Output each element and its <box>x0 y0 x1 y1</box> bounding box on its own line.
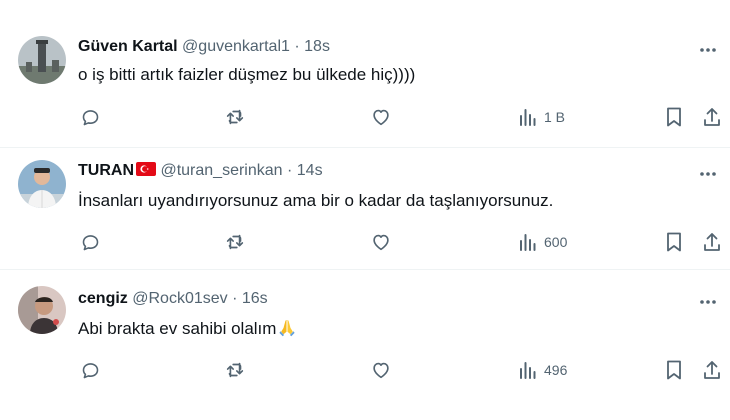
retweet-icon <box>224 106 246 128</box>
reply-icon <box>80 232 101 253</box>
views-count: 1 B <box>544 109 566 125</box>
folded-hands-emoji <box>277 317 297 337</box>
timestamp[interactable]: 16s <box>242 290 268 307</box>
heart-icon <box>370 106 392 128</box>
display-name[interactable]: cengiz <box>78 290 128 307</box>
retweet-button[interactable] <box>224 359 246 381</box>
tweet-feed: Güven Kartal @guvenkartal1 · 18s o iş bi… <box>0 0 730 420</box>
bookmark-icon <box>664 106 684 128</box>
bookmark-icon <box>664 359 684 381</box>
share-icon <box>702 359 722 381</box>
avatar[interactable] <box>18 160 66 208</box>
heart-icon <box>370 231 392 253</box>
reply-button[interactable] <box>80 359 101 381</box>
share-icon <box>702 106 722 128</box>
handle[interactable]: @turan_serinkan <box>160 162 282 179</box>
share-button[interactable] <box>702 359 722 381</box>
like-button[interactable] <box>370 106 392 128</box>
heart-icon <box>370 359 392 381</box>
separator: · <box>294 38 300 55</box>
views-button[interactable]: 496 <box>518 359 567 381</box>
tweet-text: Abi brakta ev sahibi olalım <box>78 319 277 338</box>
views-chart-icon <box>518 360 538 380</box>
retweet-icon <box>224 231 246 253</box>
bookmark-icon <box>664 231 684 253</box>
tweet-header: Güven Kartal @guvenkartal1 · 18s <box>78 37 330 57</box>
tweet-header: TURAN @turan_serinkan · 14s <box>78 161 323 181</box>
share-button[interactable] <box>702 106 722 128</box>
share-button[interactable] <box>702 231 722 253</box>
display-name[interactable]: TURAN <box>78 162 134 179</box>
more-options-icon[interactable] <box>698 40 718 60</box>
tweet-actions: 1 B <box>0 106 730 130</box>
more-options-icon[interactable] <box>698 292 718 312</box>
avatar[interactable] <box>18 286 66 334</box>
like-button[interactable] <box>370 359 392 381</box>
timestamp[interactable]: 18s <box>304 38 330 55</box>
tweet[interactable]: cengiz @Rock01sev · 16s Abi brakta ev sa… <box>0 270 730 420</box>
reply-button[interactable] <box>80 106 101 128</box>
views-chart-icon <box>518 107 538 127</box>
tweet[interactable]: TURAN @turan_serinkan · 14s İnsanları uy… <box>0 148 730 270</box>
views-chart-icon <box>518 232 538 252</box>
tweet-text: İnsanları uyandırıyorsunuz ama bir o kad… <box>78 191 554 210</box>
bookmark-button[interactable] <box>664 359 684 381</box>
reply-button[interactable] <box>80 231 101 253</box>
like-button[interactable] <box>370 231 392 253</box>
tweet[interactable]: Güven Kartal @guvenkartal1 · 18s o iş bi… <box>0 0 730 148</box>
display-name[interactable]: Güven Kartal <box>78 38 178 55</box>
more-options-icon[interactable] <box>698 164 718 184</box>
tweet-actions: 600 <box>0 231 730 255</box>
separator: · <box>287 162 293 179</box>
views-button[interactable]: 600 <box>518 231 567 253</box>
tweet-actions: 496 <box>0 359 730 383</box>
share-icon <box>702 231 722 253</box>
views-button[interactable]: 1 B <box>518 106 565 128</box>
handle[interactable]: @Rock01sev <box>132 290 227 307</box>
turkey-flag-icon <box>136 162 156 176</box>
retweet-button[interactable] <box>224 231 246 253</box>
views-count: 600 <box>544 234 568 250</box>
avatar[interactable] <box>18 36 66 84</box>
tweet-text-line: Abi brakta ev sahibi olalım <box>78 317 297 340</box>
handle[interactable]: @guvenkartal1 <box>182 38 290 55</box>
separator: · <box>232 290 238 307</box>
timestamp[interactable]: 14s <box>297 162 323 179</box>
bookmark-button[interactable] <box>664 106 684 128</box>
reply-icon <box>80 360 101 381</box>
reply-icon <box>80 107 101 128</box>
tweet-text: o iş bitti artık faizler düşmez bu ülked… <box>78 65 416 84</box>
bookmark-button[interactable] <box>664 231 684 253</box>
tweet-header: cengiz @Rock01sev · 16s <box>78 289 268 309</box>
views-count: 496 <box>544 362 568 378</box>
retweet-icon <box>224 359 246 381</box>
retweet-button[interactable] <box>224 106 246 128</box>
